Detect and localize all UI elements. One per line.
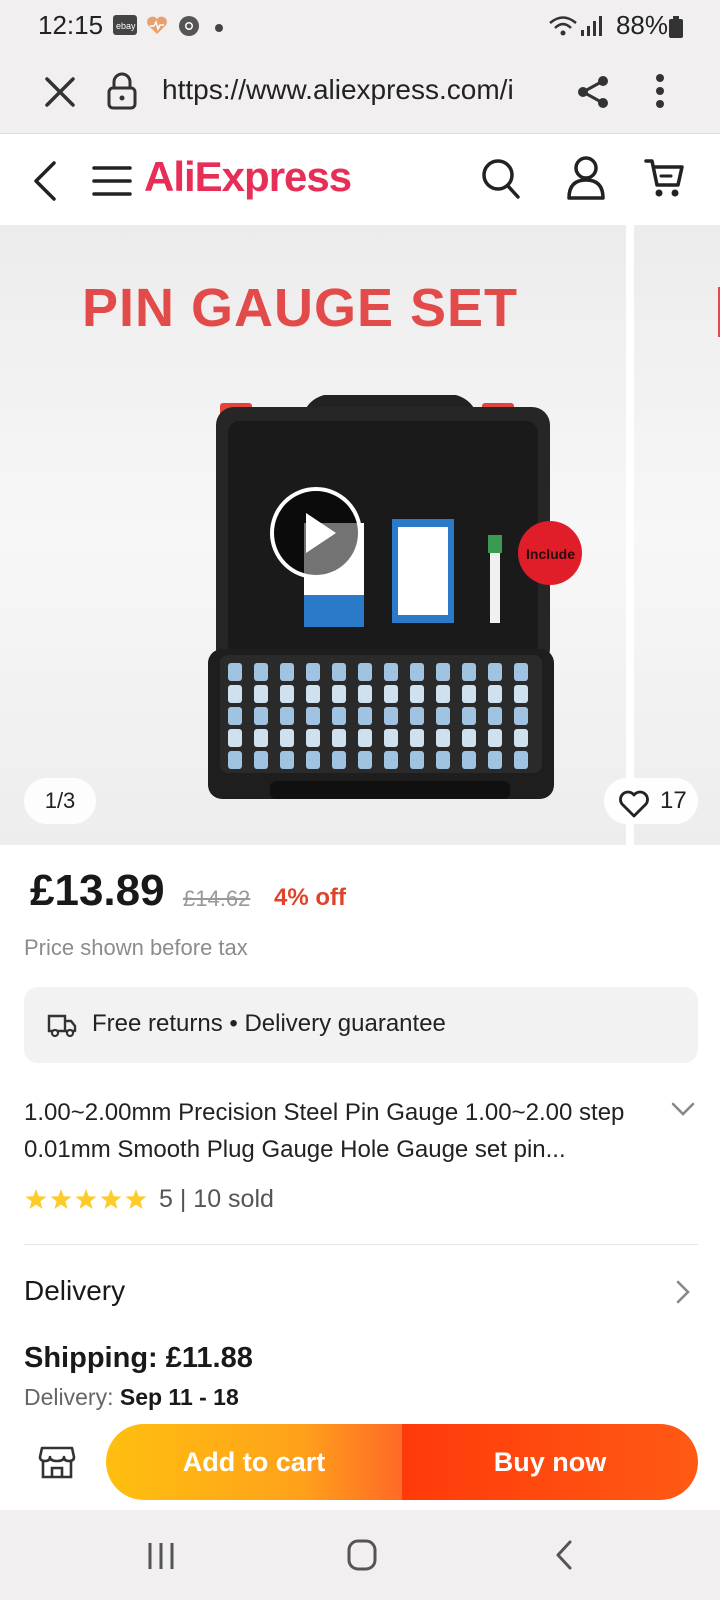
pin-gauge-case-image: Include xyxy=(208,395,582,799)
product-image[interactable]: PIN GAUGE SET Include 1/3 xyxy=(0,225,626,845)
add-to-cart-button[interactable]: Add to cart xyxy=(106,1424,402,1500)
star-icon xyxy=(75,1189,97,1209)
product-title[interactable]: 1.00~2.00mm Precision Steel Pin Gauge 1.… xyxy=(24,1094,664,1168)
discount-badge: 4% off xyxy=(274,884,346,911)
wishlist-count: 17 xyxy=(660,787,687,814)
close-tab-icon[interactable] xyxy=(42,74,78,115)
aliexpress-logo[interactable]: AliExpress xyxy=(144,153,352,201)
bottom-action-bar: Add to cart Buy now xyxy=(0,1412,720,1510)
more-options-icon[interactable] xyxy=(650,72,670,117)
expand-title-chevron-icon[interactable] xyxy=(670,1100,696,1123)
recent-apps-icon[interactable] xyxy=(146,1540,176,1577)
star-icon xyxy=(100,1189,122,1209)
system-back-icon[interactable] xyxy=(552,1538,576,1577)
status-bar: 12:15 ebay 88% xyxy=(0,0,720,52)
delivery-section-title[interactable]: Delivery xyxy=(24,1275,125,1307)
image-title-text: PIN GAUGE SET xyxy=(81,278,519,338)
delivery-date: Delivery: Sep 11 - 18 xyxy=(24,1384,239,1410)
heart-health-icon xyxy=(145,14,169,38)
browser-url-bar: https://www.aliexpress.com/i xyxy=(0,52,720,134)
search-icon[interactable] xyxy=(480,157,522,206)
buy-now-button[interactable]: Buy now xyxy=(402,1424,698,1500)
signal-icon xyxy=(580,14,602,38)
url-text[interactable]: https://www.aliexpress.com/i xyxy=(162,74,548,106)
star-icon xyxy=(25,1189,47,1209)
delivery-truck-icon xyxy=(46,1011,78,1044)
play-video-icon[interactable] xyxy=(268,485,364,586)
original-price: £14.62 xyxy=(183,886,251,911)
heart-icon xyxy=(618,788,650,834)
app-header: AliExpress xyxy=(0,135,720,225)
delivery-chevron-icon[interactable] xyxy=(674,1278,692,1311)
tax-note: Price shown before tax xyxy=(24,935,248,960)
wishlist-button[interactable]: 17 xyxy=(604,778,698,824)
svg-text:ebay: ebay xyxy=(116,21,136,31)
battery-icon xyxy=(669,16,683,40)
account-icon[interactable] xyxy=(566,155,606,206)
ebay-icon: ebay xyxy=(113,14,137,38)
image-counter: 1/3 xyxy=(24,778,96,824)
returns-text: Free returns • Delivery guarantee xyxy=(92,1010,446,1037)
rating-stars xyxy=(24,1187,154,1218)
share-icon[interactable] xyxy=(576,74,610,115)
cart-icon[interactable] xyxy=(644,157,686,204)
star-icon xyxy=(125,1189,147,1209)
wifi-icon xyxy=(548,14,578,38)
free-returns-banner[interactable]: Free returns • Delivery guarantee xyxy=(24,987,698,1063)
home-icon[interactable] xyxy=(346,1538,378,1577)
menu-icon[interactable] xyxy=(92,163,132,204)
rating-sold-text: 5 | 10 sold xyxy=(159,1185,274,1213)
system-nav-bar xyxy=(0,1510,720,1600)
next-image-preview[interactable] xyxy=(634,225,720,845)
lock-icon[interactable] xyxy=(106,72,138,115)
include-badge-text: Include xyxy=(526,546,575,562)
product-image-gallery[interactable]: PIN GAUGE SET Include 1/3 17 xyxy=(0,225,720,845)
chrome-icon xyxy=(177,14,201,38)
divider xyxy=(24,1244,698,1245)
dot-icon xyxy=(214,20,224,44)
shipping-cost: Shipping: £11.88 xyxy=(24,1342,253,1374)
star-icon xyxy=(50,1189,72,1209)
store-icon[interactable] xyxy=(38,1444,76,1485)
status-time: 12:15 xyxy=(38,10,104,40)
back-icon[interactable] xyxy=(30,159,60,208)
battery-level: 88% xyxy=(615,10,668,40)
current-price: £13.89 xyxy=(30,866,165,915)
